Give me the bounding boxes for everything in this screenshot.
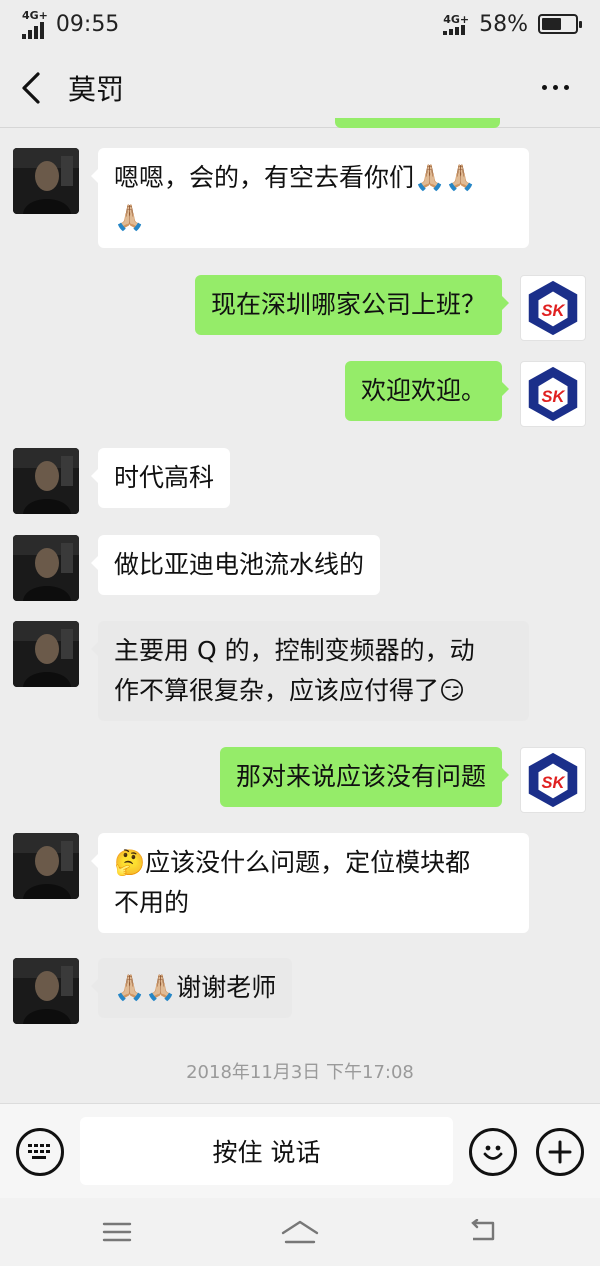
status-bar: 4G+ 09:55 4G+ 58% [0, 0, 600, 48]
plus-icon [548, 1140, 572, 1164]
message-bubble-received[interactable]: 时代高科 [90, 448, 231, 508]
message-bubble-sent[interactable]: 那对来说应该没有问题 [219, 747, 510, 807]
message-bubble-sent[interactable]: 现在深圳哪家公司上班？ [194, 275, 510, 335]
chevron-left-icon [22, 71, 40, 104]
more-button[interactable] [530, 68, 580, 108]
chat-title: 莫罚 [68, 72, 125, 106]
message-bubble-received[interactable]: 🙏🏼🙏🏼谢谢老师 [90, 958, 293, 1018]
message-bubble-received[interactable]: 做比亚迪电池流水线的 [90, 535, 381, 595]
return-button[interactable] [463, 1214, 503, 1250]
signal-group: 4G+ [22, 10, 48, 39]
person-photo-icon [13, 535, 79, 601]
system-nav-bar [0, 1198, 600, 1266]
signal-group-right: 4G+ [443, 14, 469, 35]
status-right: 4G+ 58% [443, 11, 582, 37]
message-bubble-received[interactable]: 主要用 Q 的，控制变频器的，动 作不算很复杂，应该应付得了😏 [91, 621, 529, 721]
smiley-icon [483, 1145, 503, 1160]
sk-logo-text: SK [542, 302, 566, 320]
battery-percent: 58% [479, 11, 528, 37]
sk-logo-icon: SK [528, 366, 578, 422]
back-button[interactable] [20, 68, 60, 108]
contact-avatar[interactable] [13, 833, 79, 899]
menu-lines-icon [102, 1222, 132, 1242]
network-type-right: 4G+ [443, 12, 470, 26]
person-photo-icon [13, 621, 79, 687]
menu-button[interactable] [97, 1214, 137, 1250]
contact-avatar[interactable] [13, 448, 79, 514]
message-timestamp: 2018年11月3日 下午17:08 [186, 1062, 414, 1083]
home-icon [281, 1220, 319, 1244]
add-button[interactable] [536, 1128, 584, 1176]
signal-icon [22, 21, 44, 39]
keyboard-icon [28, 1144, 50, 1159]
contact-avatar[interactable] [13, 621, 79, 687]
hold-to-talk-button[interactable]: 按住 说话 [80, 1117, 453, 1185]
network-type-left: 4G+ [22, 8, 48, 22]
more-dot [552, 85, 558, 90]
more-dots-icon [541, 85, 547, 90]
keyboard-toggle-button[interactable] [16, 1128, 64, 1176]
my-avatar[interactable]: SK [520, 361, 586, 427]
message-bubble-sent[interactable]: 欢迎欢迎。 [344, 361, 510, 421]
more-dot [563, 85, 569, 90]
my-avatar[interactable]: SK [520, 747, 586, 813]
emoji-button[interactable] [469, 1128, 517, 1176]
return-icon [471, 1219, 495, 1241]
contact-avatar[interactable] [13, 958, 79, 1024]
sk-logo-text: SK [542, 774, 566, 792]
my-avatar[interactable]: SK [520, 275, 586, 341]
battery-fill [542, 18, 561, 30]
signal-icon-right [443, 24, 466, 35]
home-button[interactable] [280, 1214, 320, 1250]
input-bar: 按住 说话 [0, 1103, 600, 1198]
message-bubble-received[interactable]: 嗯嗯，会的，有空去看你们🙏🏼🙏🏼 🙏🏼 [91, 148, 529, 248]
person-photo-icon [13, 958, 79, 1024]
sk-logo-icon: SK [528, 280, 578, 336]
sk-logo-icon: SK [528, 752, 578, 808]
status-left: 4G+ 09:55 [22, 10, 119, 39]
clock-time: 09:55 [55, 11, 120, 37]
contact-avatar[interactable] [13, 535, 79, 601]
message-bubble-received[interactable]: 🤔应该没什么问题，定位模块都 不用的 [91, 833, 529, 933]
person-photo-icon [13, 833, 79, 899]
previous-message-peek [335, 118, 500, 128]
person-photo-icon [13, 448, 79, 514]
chat-header: 莫罚 [0, 48, 600, 128]
sk-logo-text: SK [542, 388, 566, 406]
contact-avatar[interactable] [13, 148, 79, 214]
battery-icon [538, 14, 582, 34]
person-photo-icon [13, 148, 79, 214]
